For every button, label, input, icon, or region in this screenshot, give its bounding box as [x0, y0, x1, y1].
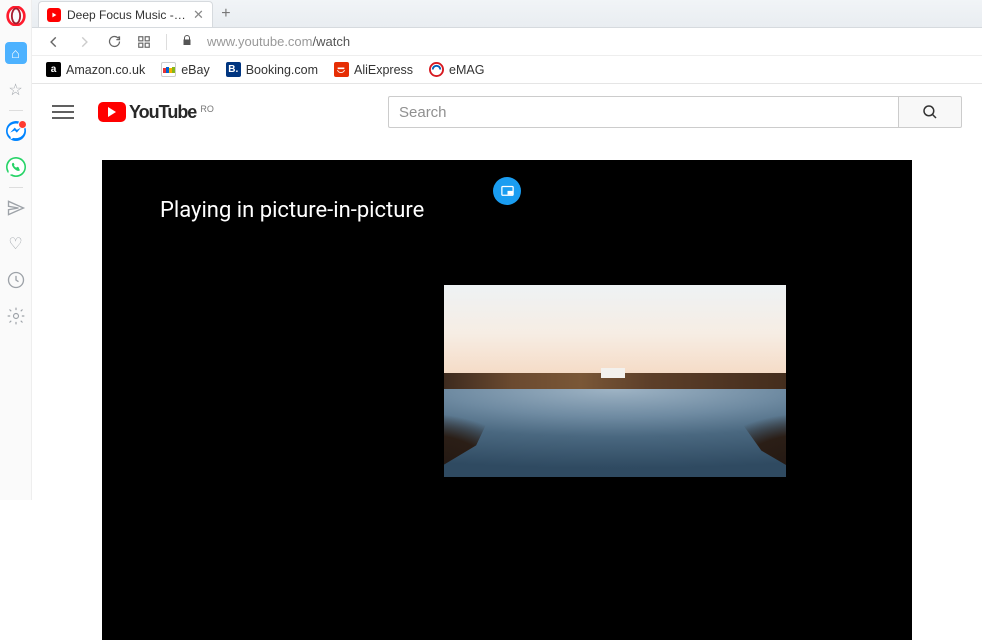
- menu-button[interactable]: [52, 105, 74, 119]
- url-host: www.youtube.com: [207, 34, 313, 49]
- pip-video-thumbnail[interactable]: [444, 285, 786, 477]
- speed-dial-icon[interactable]: [136, 34, 152, 50]
- bookmark-label: eBay: [181, 63, 210, 77]
- opera-sidebar: ⌂ ☆ ♡: [0, 0, 32, 500]
- amazon-favicon-icon: a: [46, 62, 61, 77]
- reload-button[interactable]: [106, 34, 122, 50]
- browser-tab[interactable]: Deep Focus Music - 3 Hou ✕: [38, 1, 213, 27]
- back-button[interactable]: [46, 34, 62, 50]
- separator: [166, 34, 167, 50]
- ebay-favicon-icon: [161, 62, 176, 77]
- separator: [9, 187, 23, 188]
- youtube-logo[interactable]: YouTube RO: [98, 102, 214, 123]
- opera-logo-icon[interactable]: [6, 6, 26, 26]
- send-icon[interactable]: [6, 198, 26, 218]
- youtube-wordmark: YouTube: [129, 102, 196, 123]
- search-button[interactable]: [898, 96, 962, 128]
- emag-favicon-icon: [429, 62, 444, 77]
- booking-favicon-icon: B.: [226, 62, 241, 77]
- aliexpress-favicon-icon: [334, 62, 349, 77]
- new-tab-button[interactable]: +: [213, 1, 239, 27]
- bookmark-label: Amazon.co.uk: [66, 63, 145, 77]
- search-input[interactable]: [388, 96, 898, 128]
- url-display[interactable]: www.youtube.com/watch: [207, 34, 350, 49]
- whatsapp-icon[interactable]: [6, 157, 26, 177]
- settings-gear-icon[interactable]: [6, 306, 26, 326]
- bookmark-outline-icon[interactable]: ☆: [6, 80, 26, 100]
- tab-strip: Deep Focus Music - 3 Hou ✕ +: [32, 0, 982, 28]
- youtube-header: YouTube RO: [32, 84, 982, 140]
- search-container: [388, 96, 962, 128]
- messenger-icon[interactable]: [6, 121, 26, 141]
- bookmark-label: Booking.com: [246, 63, 318, 77]
- address-bar: www.youtube.com/watch: [32, 28, 982, 56]
- bookmark-booking[interactable]: B. Booking.com: [226, 62, 318, 77]
- bookmark-amazon[interactable]: a Amazon.co.uk: [46, 62, 145, 77]
- youtube-country-code: RO: [200, 104, 214, 114]
- history-icon[interactable]: [6, 270, 26, 290]
- forward-button: [76, 34, 92, 50]
- bookmark-label: eMAG: [449, 63, 484, 77]
- bookmark-aliexpress[interactable]: AliExpress: [334, 62, 413, 77]
- youtube-favicon-icon: [47, 8, 61, 22]
- tab-title: Deep Focus Music - 3 Hou: [67, 8, 187, 22]
- separator: [9, 110, 23, 111]
- heart-outline-icon[interactable]: ♡: [6, 234, 26, 254]
- url-path: /watch: [313, 34, 351, 49]
- youtube-play-icon: [98, 102, 126, 122]
- bookmarks-bar: a Amazon.co.uk eBay B. Booking.com AliEx…: [32, 56, 982, 84]
- lock-icon[interactable]: [181, 34, 193, 50]
- pip-badge-icon[interactable]: [493, 177, 521, 205]
- pip-message: Playing in picture-in-picture: [160, 198, 424, 223]
- bookmark-emag[interactable]: eMAG: [429, 62, 484, 77]
- bookmark-ebay[interactable]: eBay: [161, 62, 210, 77]
- close-tab-icon[interactable]: ✕: [193, 7, 204, 23]
- bookmark-label: AliExpress: [354, 63, 413, 77]
- home-icon[interactable]: ⌂: [5, 42, 27, 64]
